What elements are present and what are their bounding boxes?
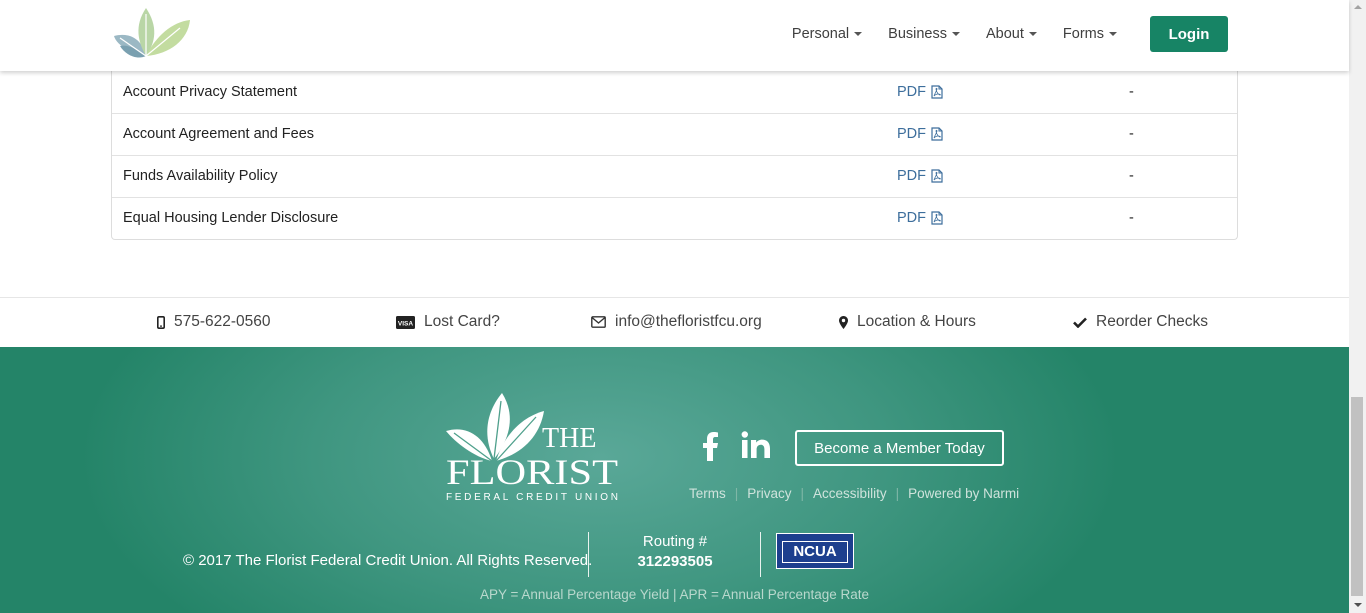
document-extra: -	[1129, 84, 1134, 100]
brand-the: THE	[542, 423, 596, 454]
document-name: Equal Housing Lender Disclosure	[123, 210, 339, 226]
pdf-label: PDF	[897, 126, 926, 142]
reorder-checks-link[interactable]: Reorder Checks	[1073, 313, 1208, 331]
document-name: Account Privacy Statement	[123, 84, 298, 100]
caret-down-icon	[952, 32, 960, 36]
separator: |	[800, 486, 805, 501]
site-footer: THE FLORIST FEDERAL CREDIT UNION Become …	[0, 347, 1349, 613]
facebook-icon	[703, 432, 718, 461]
table-row: Account Privacy Statement PDF -	[112, 72, 1237, 114]
svg-text:VISA: VISA	[398, 320, 413, 327]
lost-card-link[interactable]: VISA Lost Card?	[396, 313, 500, 331]
table-row: Funds Availability Policy PDF -	[112, 156, 1237, 198]
pdf-label: PDF	[897, 210, 926, 226]
routing-label: Routing #	[642, 533, 708, 550]
phone-link[interactable]: 575-622-0560	[157, 313, 271, 331]
scrollbar-thumb[interactable]	[1351, 397, 1363, 596]
document-extra: -	[1129, 168, 1134, 184]
email-link[interactable]: info@thefloristfcu.org	[591, 313, 762, 331]
ncua-label: NCUA	[782, 541, 848, 563]
login-button[interactable]: Login	[1150, 16, 1228, 52]
footer-link-narmi[interactable]: Powered by Narmi	[908, 486, 1019, 501]
apy-apr-note: APY = Annual Percentage Yield | APR = An…	[479, 587, 870, 602]
phone-number: 575-622-0560	[174, 313, 271, 330]
document-name: Funds Availability Policy	[123, 168, 278, 184]
quick-links-bar: 575-622-0560 VISA Lost Card? info@theflo…	[0, 297, 1349, 347]
documents-table: Account Privacy Statement PDF - Account …	[111, 60, 1238, 240]
footer-links: Terms | Privacy | Accessibility | Powere…	[689, 486, 1019, 501]
logo-leaves-icon[interactable]	[110, 6, 192, 60]
pdf-file-icon	[931, 169, 943, 183]
scroll-up-arrow-icon[interactable]	[1354, 5, 1362, 9]
linkedin-link[interactable]	[741, 431, 771, 459]
florist-brand-logo[interactable]: THE FLORIST FEDERAL CREDIT UNION	[444, 391, 620, 503]
facebook-link[interactable]	[701, 431, 719, 461]
nav-business[interactable]: Business	[888, 26, 960, 42]
location-link[interactable]: Location & Hours	[839, 313, 976, 331]
brand-tagline: FEDERAL CREDIT UNION	[446, 492, 618, 503]
email-address: info@thefloristfcu.org	[615, 313, 762, 330]
linkedin-icon	[741, 431, 770, 458]
become-member-button[interactable]: Become a Member Today	[795, 430, 1004, 466]
table-row: Equal Housing Lender Disclosure PDF -	[112, 198, 1237, 240]
nav-about[interactable]: About	[986, 26, 1037, 42]
pdf-file-icon	[931, 211, 943, 225]
envelope-icon	[591, 316, 606, 328]
pdf-link[interactable]: PDF	[897, 84, 943, 100]
divider	[760, 532, 761, 577]
pdf-link[interactable]: PDF	[897, 210, 943, 226]
pdf-label: PDF	[897, 168, 926, 184]
pdf-link[interactable]: PDF	[897, 126, 943, 142]
document-extra: -	[1129, 210, 1134, 226]
ncua-badge[interactable]: NCUA	[776, 533, 854, 569]
document-name: Account Agreement and Fees	[123, 126, 315, 142]
caret-down-icon	[1109, 32, 1117, 36]
separator: |	[895, 486, 900, 501]
lost-card-label: Lost Card?	[424, 313, 500, 330]
nav-about-label: About	[986, 26, 1024, 42]
pdf-label: PDF	[897, 84, 926, 100]
separator: |	[734, 486, 739, 501]
footer-link-terms[interactable]: Terms	[689, 486, 726, 501]
divider	[588, 532, 589, 577]
caret-down-icon	[854, 32, 863, 36]
nav-business-label: Business	[888, 26, 947, 42]
pdf-file-icon	[931, 127, 943, 141]
mobile-phone-icon	[157, 315, 165, 329]
nav-forms-label: Forms	[1062, 26, 1104, 42]
nav-personal[interactable]: Personal	[791, 26, 863, 42]
nav-personal-label: Personal	[791, 26, 850, 42]
pdf-file-icon	[931, 85, 943, 99]
main-nav: Personal Business About Forms Login	[792, 16, 1228, 52]
pdf-link[interactable]: PDF	[897, 168, 943, 184]
copyright-text: © 2017 The Florist Federal Credit Union.…	[183, 552, 593, 569]
nav-forms[interactable]: Forms	[1063, 26, 1117, 42]
scroll-down-arrow-icon[interactable]	[1354, 603, 1362, 607]
visa-card-icon: VISA	[396, 315, 415, 329]
table-row: Account Agreement and Fees PDF -	[112, 114, 1237, 156]
location-label: Location & Hours	[857, 313, 976, 330]
routing-number: 312293505	[637, 553, 713, 570]
footer-link-accessibility[interactable]: Accessibility	[813, 486, 887, 501]
checkmark-icon	[1073, 317, 1087, 328]
page-scrollbar[interactable]	[1349, 0, 1366, 613]
reorder-label: Reorder Checks	[1096, 313, 1208, 330]
site-header: Personal Business About Forms Login	[0, 0, 1349, 71]
brand-florist: FLORIST	[446, 452, 618, 492]
document-extra: -	[1129, 126, 1134, 142]
caret-down-icon	[1028, 32, 1037, 36]
footer-link-privacy[interactable]: Privacy	[747, 486, 791, 501]
map-marker-icon	[839, 315, 848, 329]
